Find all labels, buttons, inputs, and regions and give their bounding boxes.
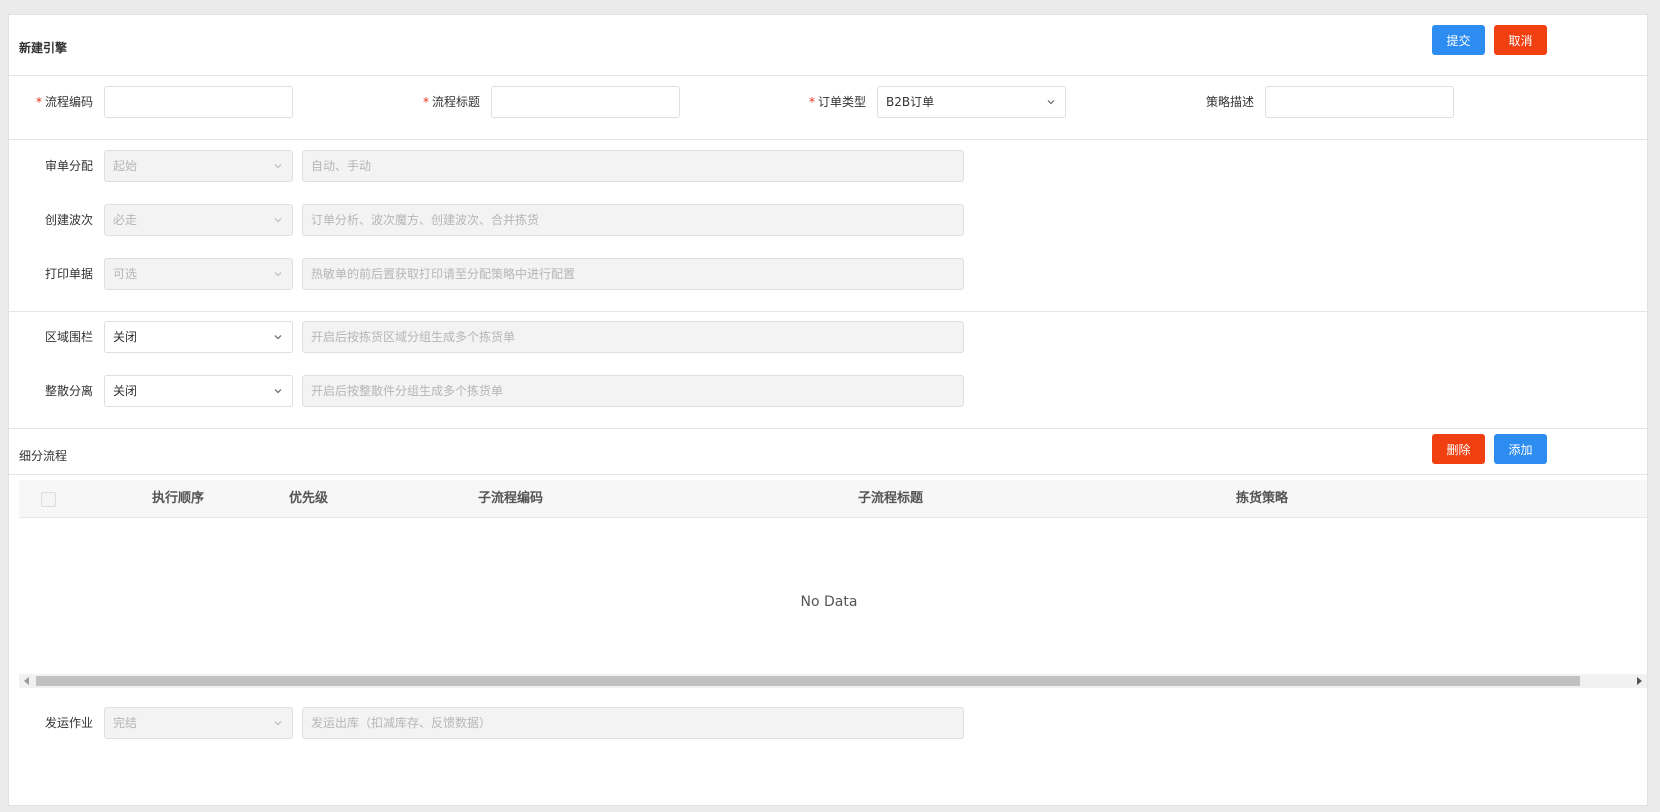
page-title: 新建引擎 xyxy=(19,41,68,55)
submit-button[interactable]: 提交 xyxy=(1432,25,1485,55)
step-select: 可选 xyxy=(104,258,293,290)
flow-code-label: * 流程编码 xyxy=(35,95,93,109)
option-label: 区域围栏 xyxy=(44,330,93,344)
chevron-down-icon xyxy=(1047,100,1055,105)
column-header: 优先级 xyxy=(289,491,329,506)
column-header: 子流程标题 xyxy=(858,491,924,506)
column-header: 子流程编码 xyxy=(478,491,544,506)
shipping-select-value: 完结 xyxy=(113,716,138,730)
shipping-select: 完结 xyxy=(104,707,293,739)
divider xyxy=(9,311,1647,312)
chevron-down-icon xyxy=(274,164,282,169)
divider xyxy=(9,474,1647,475)
option-select-value: 关闭 xyxy=(113,330,138,344)
shipping-label: 发运作业 xyxy=(44,716,93,730)
shipping-description: 发运出库（扣减库存、反馈数据） xyxy=(302,707,964,739)
step-label: 创建波次 xyxy=(44,213,93,227)
scroll-thumb[interactable] xyxy=(36,676,1580,686)
select-all-checkbox[interactable] xyxy=(41,492,56,507)
flow-title-label: * 流程标题 xyxy=(422,95,480,109)
strategy-desc-input[interactable] xyxy=(1265,86,1454,118)
step-label: 打印单据 xyxy=(44,267,93,281)
engine-form-card: 新建引擎 提交 取消 * 流程编码 * 流程标题 * 订单类型 B2B订单 策略描述 … xyxy=(8,14,1648,806)
chevron-down-icon xyxy=(274,335,282,340)
horizontal-scrollbar[interactable] xyxy=(19,674,1647,688)
order-type-select[interactable]: B2B订单 xyxy=(877,86,1066,118)
column-header: 拣货策略 xyxy=(1236,491,1289,506)
chevron-down-icon xyxy=(274,721,282,726)
step-label: 审单分配 xyxy=(44,159,93,173)
step-select-value: 必走 xyxy=(113,213,138,227)
subflow-table-header: 执行顺序 优先级 子流程编码 子流程标题 拣货策略 xyxy=(19,480,1647,518)
area-fence-select[interactable]: 关闭 xyxy=(104,321,293,353)
flow-code-input[interactable] xyxy=(104,86,293,118)
divider xyxy=(9,75,1647,76)
step-description: 自动、手动 xyxy=(302,150,964,182)
order-type-label: * 订单类型 xyxy=(808,95,866,109)
chevron-down-icon xyxy=(274,272,282,277)
chevron-down-icon xyxy=(274,218,282,223)
divider xyxy=(9,139,1647,140)
divider xyxy=(9,428,1647,429)
option-label: 整散分离 xyxy=(44,384,93,398)
split-bulk-select[interactable]: 关闭 xyxy=(104,375,293,407)
scroll-left-icon[interactable] xyxy=(24,677,29,685)
scroll-right-icon[interactable] xyxy=(1637,677,1642,685)
option-description: 开启后按整散件分组生成多个拣货单 xyxy=(302,375,964,407)
step-description: 订单分析、波次魔方、创建波次、合并拣货 xyxy=(302,204,964,236)
step-select: 必走 xyxy=(104,204,293,236)
flow-title-input[interactable] xyxy=(491,86,680,118)
step-select-value: 可选 xyxy=(113,267,138,281)
empty-state: No Data xyxy=(800,594,858,610)
cancel-button[interactable]: 取消 xyxy=(1494,25,1547,55)
step-select-value: 起始 xyxy=(113,159,138,173)
delete-button[interactable]: 删除 xyxy=(1432,434,1485,464)
order-type-value: B2B订单 xyxy=(886,95,935,109)
step-select: 起始 xyxy=(104,150,293,182)
subflow-title: 细分流程 xyxy=(19,449,68,463)
step-description: 热敏单的前后置获取打印请至分配策略中进行配置 xyxy=(302,258,964,290)
chevron-down-icon xyxy=(274,389,282,394)
option-description: 开启后按拣货区域分组生成多个拣货单 xyxy=(302,321,964,353)
column-header: 执行顺序 xyxy=(152,491,205,506)
add-button[interactable]: 添加 xyxy=(1494,434,1547,464)
strategy-desc-label: 策略描述 xyxy=(1205,95,1254,109)
option-select-value: 关闭 xyxy=(113,384,138,398)
